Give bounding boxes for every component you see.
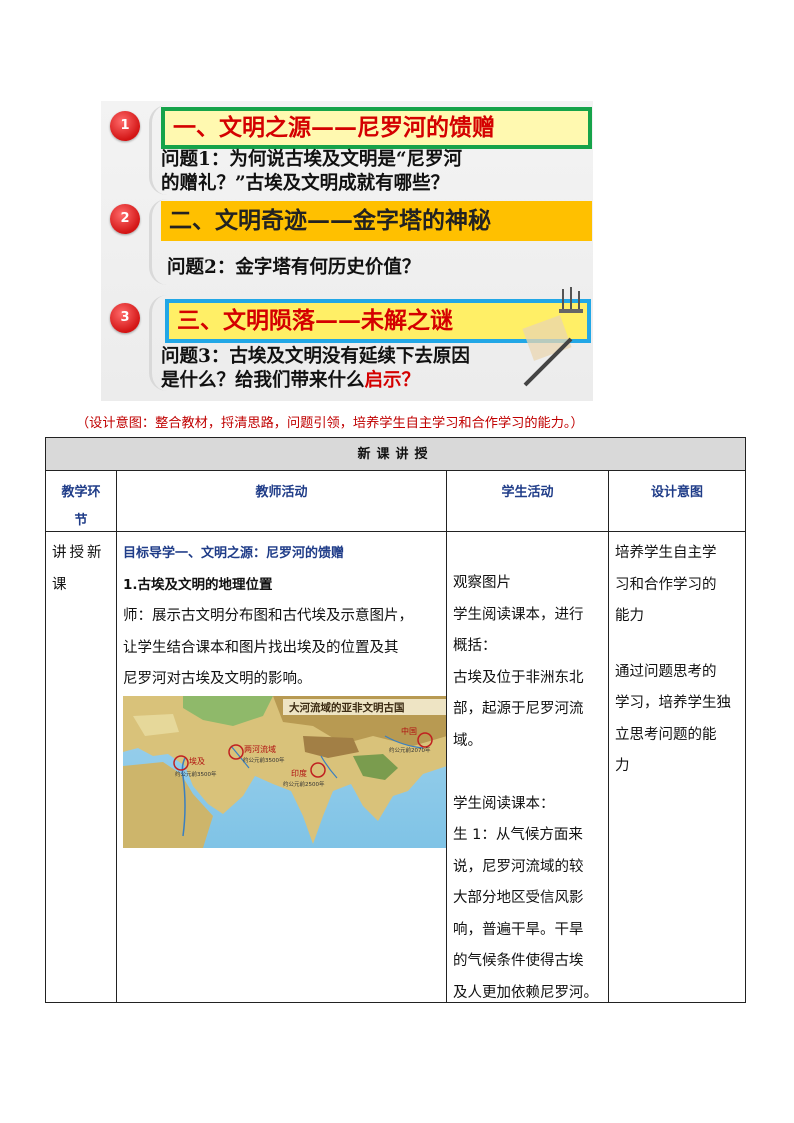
- map-label-mesopotamia: 两河流域: [244, 744, 276, 754]
- teacher-line: 尼罗河对古埃及文明的影响。: [123, 671, 312, 687]
- student-activity-cell: 观察图片 学生阅读课本，进行 概括： 古埃及位于非洲东北 部，起源于尼罗河流 域…: [446, 531, 609, 1003]
- item-number-2: 2: [110, 204, 140, 234]
- student-line: 古埃及位于非洲东北: [453, 669, 584, 686]
- map-label-egypt: 埃及: [189, 756, 205, 766]
- student-line: 部，起源于尼罗河流: [453, 701, 584, 717]
- column-header-teacher: 教师活动: [116, 470, 447, 532]
- map-note-china: 约公元前2070年: [389, 746, 431, 754]
- student-line: 响，普遍干旱。干旱: [453, 921, 584, 938]
- column-header-stage: 教学环 节: [45, 470, 117, 532]
- column-header-design: 设计意图: [608, 470, 746, 532]
- scroll-brush-decoration: [522, 287, 583, 387]
- student-line: 生 1：从气候方面来: [453, 827, 583, 843]
- student-line: 说，尼罗河流域的较: [453, 858, 584, 875]
- map-note-mesopotamia: 约公元前3500年: [243, 756, 285, 764]
- student-line: 的气候条件使得古埃: [453, 953, 584, 969]
- teacher-line: 师：展示古文明分布图和古代埃及示意图片，: [123, 608, 413, 624]
- student-line: 概括：: [453, 638, 497, 654]
- section-title-2: 二、文明奇迹——金字塔的神秘: [161, 201, 592, 241]
- design-line: 力: [615, 758, 630, 774]
- map-title: 大河流域的亚非文明古国: [289, 701, 405, 714]
- design-line: 立思考问题的能: [615, 726, 717, 743]
- stage-line2: 课: [52, 576, 70, 593]
- map-note-egypt: 约公元前3500年: [175, 770, 217, 778]
- map-note-india: 约公元前2500年: [283, 780, 325, 788]
- student-line: 学生阅读课本：: [453, 795, 555, 812]
- design-line: 通过问题思考的: [615, 663, 717, 680]
- student-line: 大部分地区受信风影: [453, 890, 584, 906]
- student-line: 及人更加依赖尼罗河。: [453, 984, 598, 1001]
- student-line: 域。: [453, 732, 482, 749]
- subsection-title: 1.古埃及文明的地理位置: [123, 576, 273, 593]
- design-line: 培养学生自主学: [615, 545, 717, 561]
- item-number-1: 1: [110, 111, 140, 141]
- column-header-stage-line1: 教学环: [61, 485, 101, 500]
- student-line: 观察图片: [453, 575, 511, 591]
- stage-line1: 讲授新: [52, 545, 105, 561]
- question-3-line1: 问题3：古埃及文明没有延续下去原因: [161, 346, 470, 367]
- question-3-highlight: 启示？: [364, 370, 421, 391]
- section-title-1: 一、文明之源——尼罗河的馈赠: [161, 107, 592, 149]
- stage-cell: 讲授新 课: [45, 531, 117, 1003]
- question-3-line2-text: 是什么？给我们带来什么: [161, 370, 365, 391]
- design-intent-cell: 培养学生自主学 习和合作学习的 能力 通过问题思考的 学习，培养学生独 立思考问…: [608, 531, 746, 1003]
- teacher-line: 让学生结合课本和图片找出埃及的位置及其: [123, 639, 399, 656]
- question-1-line1: 问题1：为何说古埃及文明是“尼罗河: [161, 149, 463, 170]
- design-intent-caption: （设计意图：整合教材，捋清思路，问题引领，培养学生自主学习和合作学习的能力。）: [76, 416, 584, 431]
- student-line: [453, 757, 603, 789]
- table-header: 新课讲授: [45, 437, 746, 471]
- map-graphic: 大河流域的亚非文明古国 埃及 约公元前3500年 两河流域 约公元前3500年 …: [123, 696, 447, 848]
- design-line: [615, 633, 740, 657]
- ancient-civilizations-map: 大河流域的亚非文明古国 埃及 约公元前3500年 两河流域 约公元前3500年 …: [123, 696, 447, 848]
- design-line: 学习，培养学生独: [615, 695, 731, 711]
- item-number-3: 3: [110, 303, 140, 333]
- map-label-china: 中国: [401, 726, 417, 736]
- question-1-line2: 的赠礼？”古埃及文明成就有哪些？: [161, 173, 450, 194]
- question-2: 问题2：金字塔有何历史价值？: [167, 257, 421, 278]
- design-line: 习和合作学习的: [615, 576, 717, 593]
- map-label-india: 印度: [291, 768, 307, 778]
- lesson-table: 新课讲授 教学环 节 教师活动 学生活动 设计意图 讲授新 课 目标导学一、文明…: [45, 437, 746, 1003]
- course-outline-slide: 1 2 3 一、文明之源——尼罗河的馈赠 问题1：为何说古埃及文明是“尼罗河 的…: [101, 101, 593, 401]
- goal-heading: 目标导学一、文明之源：尼罗河的馈赠: [123, 546, 345, 561]
- column-header-student: 学生活动: [446, 470, 609, 532]
- student-line: 学生阅读课本，进行: [453, 606, 584, 623]
- design-line: 能力: [615, 608, 644, 624]
- question-3-line2: 是什么？给我们带来什么启示？: [161, 369, 420, 393]
